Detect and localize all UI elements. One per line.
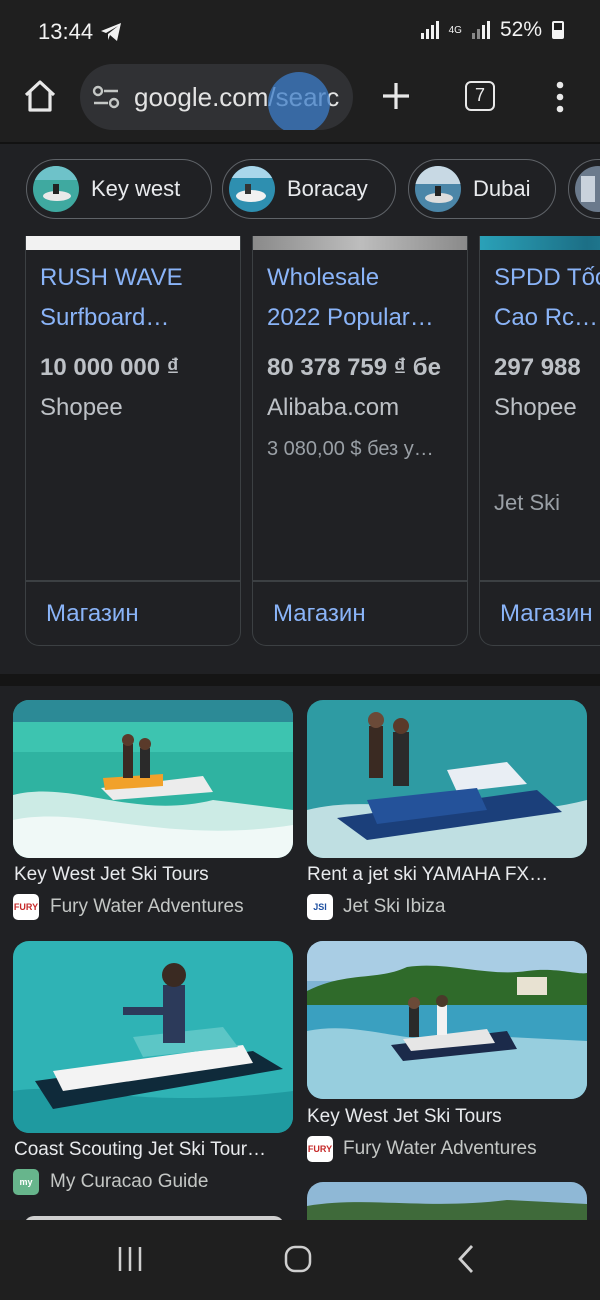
result-image[interactable] (307, 941, 587, 1099)
tune-icon[interactable] (92, 84, 120, 110)
result-source[interactable]: Jet Ski Ibiza (343, 896, 445, 918)
store-button[interactable]: Магазин (500, 600, 593, 628)
product-price: 80 378 759 ₫ бе (267, 354, 441, 381)
image-results: Key West Jet Ski Tours FURY Fury Water A… (0, 686, 600, 1220)
status-time: 13:44 (38, 19, 94, 44)
store-button[interactable]: Магазин (46, 600, 139, 628)
product-store: Alibaba.com (267, 394, 400, 421)
result-title[interactable]: Rent a jet ski YAMAHA FX… (307, 864, 587, 886)
result-title[interactable]: Coast Scouting Jet Ski Tour… (14, 1139, 294, 1161)
result-image[interactable] (13, 941, 293, 1133)
result-source[interactable]: Fury Water Adventures (50, 896, 244, 918)
result-image[interactable] (307, 700, 587, 858)
product-store: Shopee (40, 394, 123, 421)
product-store: Shopee (494, 394, 577, 421)
status-bar: 13:44 4G 52% (0, 0, 600, 62)
home-nav-icon[interactable] (283, 1244, 313, 1274)
result-title[interactable]: Key West Jet Ski Tours (14, 864, 294, 886)
result-title[interactable]: Key West Jet Ski Tours (307, 1106, 587, 1128)
product-title[interactable]: Wholesale (267, 258, 457, 298)
chip-dubai[interactable]: Dubai (408, 159, 556, 219)
recents-icon[interactable] (116, 1245, 144, 1273)
battery-percent: 52% (499, 18, 542, 41)
browser-toolbar: google.com/searc 7 (0, 62, 600, 140)
chip-thumbnail (229, 166, 275, 212)
favicon-icon: my (13, 1169, 39, 1195)
chip-more[interactable] (568, 159, 600, 219)
section-divider (0, 674, 600, 686)
product-title[interactable]: RUSH WAVE (40, 258, 230, 298)
product-title-2[interactable]: Surfboard… (40, 298, 230, 338)
product-title-2[interactable]: Cao Rc… (494, 298, 600, 338)
product-image (26, 236, 240, 250)
chip-label: Key west (91, 176, 181, 201)
product-card[interactable]: RUSH WAVE Surfboard… 10 000 000 ₫ Shopee… (25, 236, 241, 646)
signal-icon (420, 21, 439, 39)
chip-boracay[interactable]: Boracay (222, 159, 396, 219)
back-icon[interactable] (455, 1243, 477, 1275)
more-vert-icon[interactable] (550, 80, 570, 114)
product-price: 10 000 000 ₫ (40, 354, 180, 381)
chip-key-west[interactable]: Key west (26, 159, 212, 219)
chip-label: Boracay (287, 176, 368, 201)
card-divider (480, 580, 600, 582)
chip-thumbnail (33, 166, 79, 212)
store-button[interactable]: Магазин (273, 600, 366, 628)
result-image[interactable] (13, 700, 293, 858)
favicon-icon: FURY (307, 1136, 333, 1162)
favicon-icon: JSI (307, 894, 333, 920)
card-divider (253, 580, 467, 582)
network-type: 4G (448, 24, 462, 36)
product-price: 297 988 (494, 354, 581, 381)
battery-icon (552, 21, 564, 39)
product-title-2[interactable]: 2022 Popular… (267, 298, 457, 338)
product-title[interactable]: SPDD Tốc (494, 258, 600, 298)
chip-label: Dubai (473, 176, 531, 201)
product-image (253, 236, 467, 250)
address-bar[interactable]: google.com/searc (80, 64, 353, 130)
chip-thumbnail (415, 166, 461, 212)
related-search-chips: Key west Boracay Dubai (0, 144, 600, 236)
chip-thumbnail (575, 166, 600, 212)
system-nav-bar (0, 1220, 600, 1300)
product-card[interactable]: SPDD Tốc Cao Rc… 297 988 Shopee Jet Ski … (479, 236, 600, 646)
touch-indicator (268, 72, 330, 130)
home-icon[interactable] (22, 78, 58, 114)
product-extra-price: 3 080,00 $ без у… (267, 438, 434, 460)
result-source[interactable]: Fury Water Adventures (343, 1138, 537, 1160)
telegram-icon (101, 23, 121, 41)
plus-icon[interactable] (380, 80, 412, 112)
product-card[interactable]: Wholesale 2022 Popular… 80 378 759 ₫ бе … (252, 236, 468, 646)
tabs-icon[interactable]: 7 (465, 81, 495, 111)
shopping-carousel: RUSH WAVE Surfboard… 10 000 000 ₫ Shopee… (0, 236, 600, 674)
status-indicators: 4G 52% (420, 18, 564, 42)
product-image (480, 236, 600, 250)
result-source[interactable]: My Curacao Guide (50, 1171, 208, 1193)
product-category: Jet Ski (494, 490, 561, 515)
favicon-icon: FURY (13, 894, 39, 920)
signal-icon-2 (471, 21, 490, 39)
result-image[interactable] (307, 1182, 587, 1220)
card-divider (26, 580, 240, 582)
